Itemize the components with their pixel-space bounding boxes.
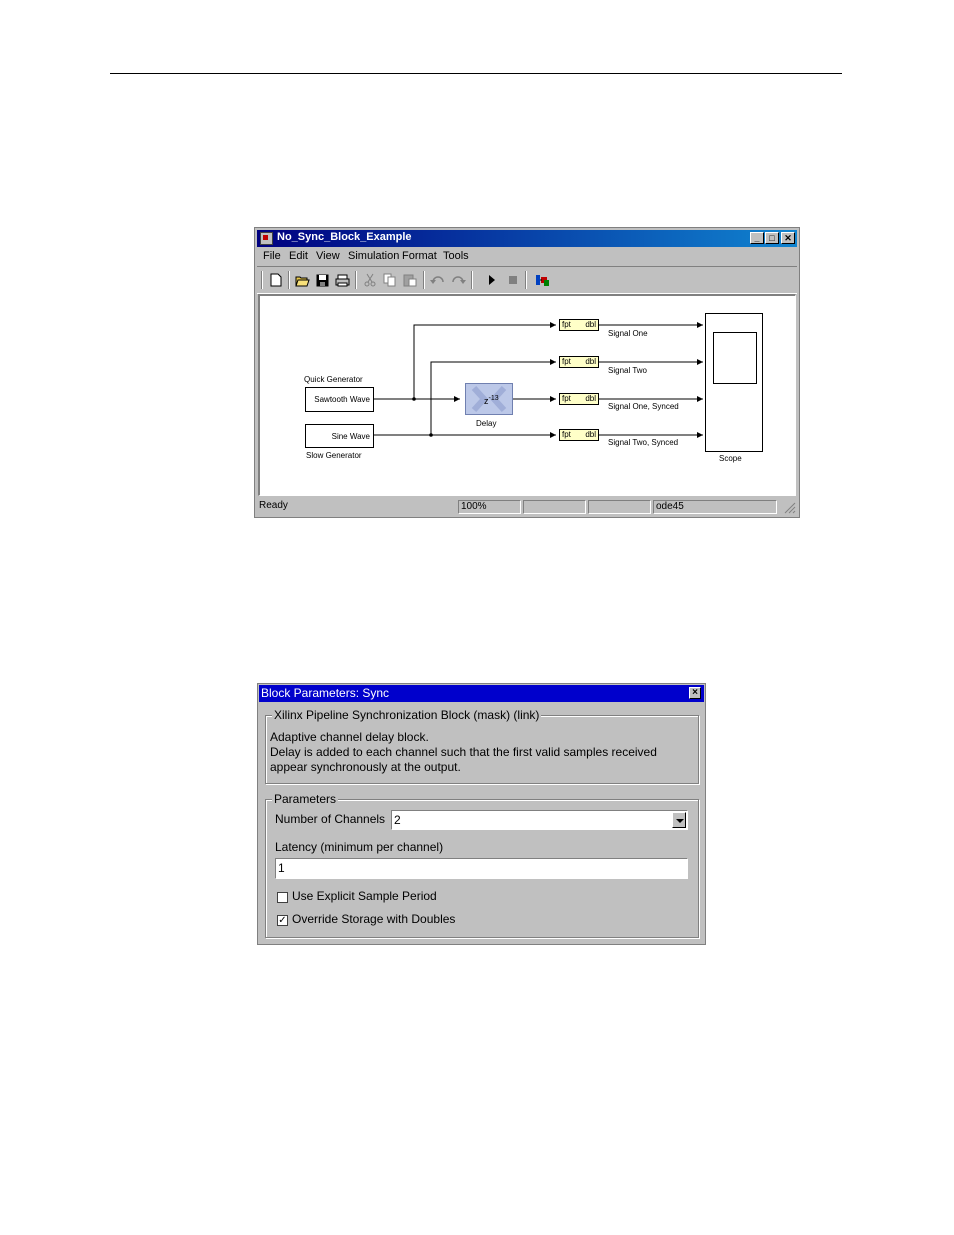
scope-label: Scope — [719, 454, 742, 463]
stop-icon[interactable] — [504, 271, 522, 289]
signal-one-label: Signal One — [608, 329, 648, 338]
status-state: Ready — [259, 500, 288, 511]
scope-block[interactable] — [705, 313, 763, 452]
status-zoom: 100% — [458, 500, 521, 514]
quick-generator-label: Quick Generator — [304, 375, 363, 384]
status-bar: Ready 100% ode45 — [257, 499, 797, 515]
explicit-period-checkbox[interactable] — [277, 892, 288, 903]
sine-wave-label: Sine Wave — [331, 432, 370, 441]
paste-icon[interactable] — [401, 271, 419, 289]
redo-icon[interactable] — [449, 271, 467, 289]
cut-icon[interactable] — [361, 271, 379, 289]
block-parameters-dialog: Block Parameters: Sync × Xilinx Pipeline… — [257, 683, 706, 945]
parameters-group: Parameters Number of Channels 2 Latency … — [265, 792, 699, 938]
menu-tools[interactable]: Tools — [443, 250, 469, 262]
sine-wave-block[interactable]: Sine Wave — [305, 424, 374, 448]
page-header-rule — [110, 73, 842, 74]
toolbar — [257, 266, 797, 294]
window-title: No_Sync_Block_Example — [277, 231, 412, 243]
channels-label: Number of Channels — [275, 812, 386, 826]
toolbar-grip — [261, 271, 263, 289]
signal-one-synced-label: Signal One, Synced — [608, 402, 679, 411]
mask-description-group: Xilinx Pipeline Synchronization Block (m… — [265, 708, 699, 784]
status-cell-empty — [588, 500, 651, 514]
window-titlebar[interactable]: No_Sync_Block_Example _ □ ✕ — [257, 230, 797, 247]
converter-block-signal-two-synced[interactable]: fpt dbl — [559, 429, 599, 441]
explicit-period-label: Use Explicit Sample Period — [292, 889, 437, 903]
scope-screen — [713, 332, 757, 384]
description-line-3: appear synchronously at the output. — [270, 760, 461, 774]
parameters-group-title: Parameters — [272, 792, 339, 806]
menu-view[interactable]: View — [316, 250, 340, 262]
latency-label: Latency (minimum per channel) — [275, 840, 444, 854]
library-icon[interactable] — [533, 271, 551, 289]
toolbar-separator — [525, 271, 527, 289]
copy-icon[interactable] — [381, 271, 399, 289]
dialog-close-button[interactable]: × — [689, 687, 701, 699]
menu-edit[interactable]: Edit — [289, 250, 308, 262]
model-canvas[interactable]: Quick Generator Sawtooth Wave Sine Wave … — [258, 294, 796, 496]
undo-icon[interactable] — [429, 271, 447, 289]
save-icon[interactable] — [313, 271, 331, 289]
toolbar-separator — [355, 271, 357, 289]
description-line-2: Delay is added to each channel such that… — [270, 745, 657, 759]
signal-two-synced-label: Signal Two, Synced — [608, 438, 679, 447]
toolbar-separator — [288, 271, 290, 289]
resize-grip-icon[interactable] — [784, 502, 796, 514]
delay-expression: z-13 — [484, 395, 499, 406]
sawtooth-wave-label: Sawtooth Wave — [314, 395, 370, 404]
mask-group-title: Xilinx Pipeline Synchronization Block (m… — [272, 708, 542, 722]
print-icon[interactable] — [333, 271, 351, 289]
toolbar-separator — [423, 271, 425, 289]
description-line-1: Adaptive channel delay block. — [270, 730, 429, 744]
new-icon[interactable] — [267, 271, 285, 289]
latency-value: 1 — [278, 861, 285, 875]
channels-select[interactable]: 2 — [391, 810, 688, 830]
simulink-model-window: No_Sync_Block_Example _ □ ✕ File Edit Vi… — [254, 227, 800, 518]
converter-block-signal-two[interactable]: fpt dbl — [559, 356, 599, 368]
status-cell-empty — [523, 500, 586, 514]
maximize-button[interactable]: □ — [765, 232, 779, 244]
status-solver: ode45 — [653, 500, 777, 514]
delay-block[interactable]: z-13 — [465, 383, 513, 415]
open-icon[interactable] — [293, 271, 311, 289]
channels-value: 2 — [394, 813, 401, 827]
menu-file[interactable]: File — [263, 250, 281, 262]
menu-format[interactable]: Format — [402, 250, 437, 262]
menu-bar: File Edit View Simulation Format Tools — [257, 248, 797, 265]
simulink-app-icon — [260, 232, 273, 245]
dialog-titlebar[interactable]: Block Parameters: Sync × — [259, 685, 704, 702]
close-button[interactable]: ✕ — [781, 232, 795, 244]
override-storage-checkbox[interactable]: ✓ — [277, 915, 288, 926]
slow-generator-label: Slow Generator — [306, 451, 362, 460]
chevron-down-icon[interactable] — [672, 812, 686, 828]
dialog-title: Block Parameters: Sync — [261, 686, 390, 700]
converter-block-signal-one[interactable]: fpt dbl — [559, 319, 599, 331]
delay-label: Delay — [476, 419, 497, 428]
latency-input[interactable]: 1 — [275, 858, 688, 879]
override-storage-label: Override Storage with Doubles — [292, 912, 456, 926]
menu-simulation[interactable]: Simulation — [348, 250, 399, 262]
signal-two-label: Signal Two — [608, 366, 647, 375]
toolbar-separator — [471, 271, 473, 289]
converter-block-signal-one-synced[interactable]: fpt dbl — [559, 393, 599, 405]
sawtooth-wave-block[interactable]: Sawtooth Wave — [305, 387, 374, 412]
minimize-button[interactable]: _ — [750, 232, 764, 244]
play-icon[interactable] — [483, 271, 501, 289]
